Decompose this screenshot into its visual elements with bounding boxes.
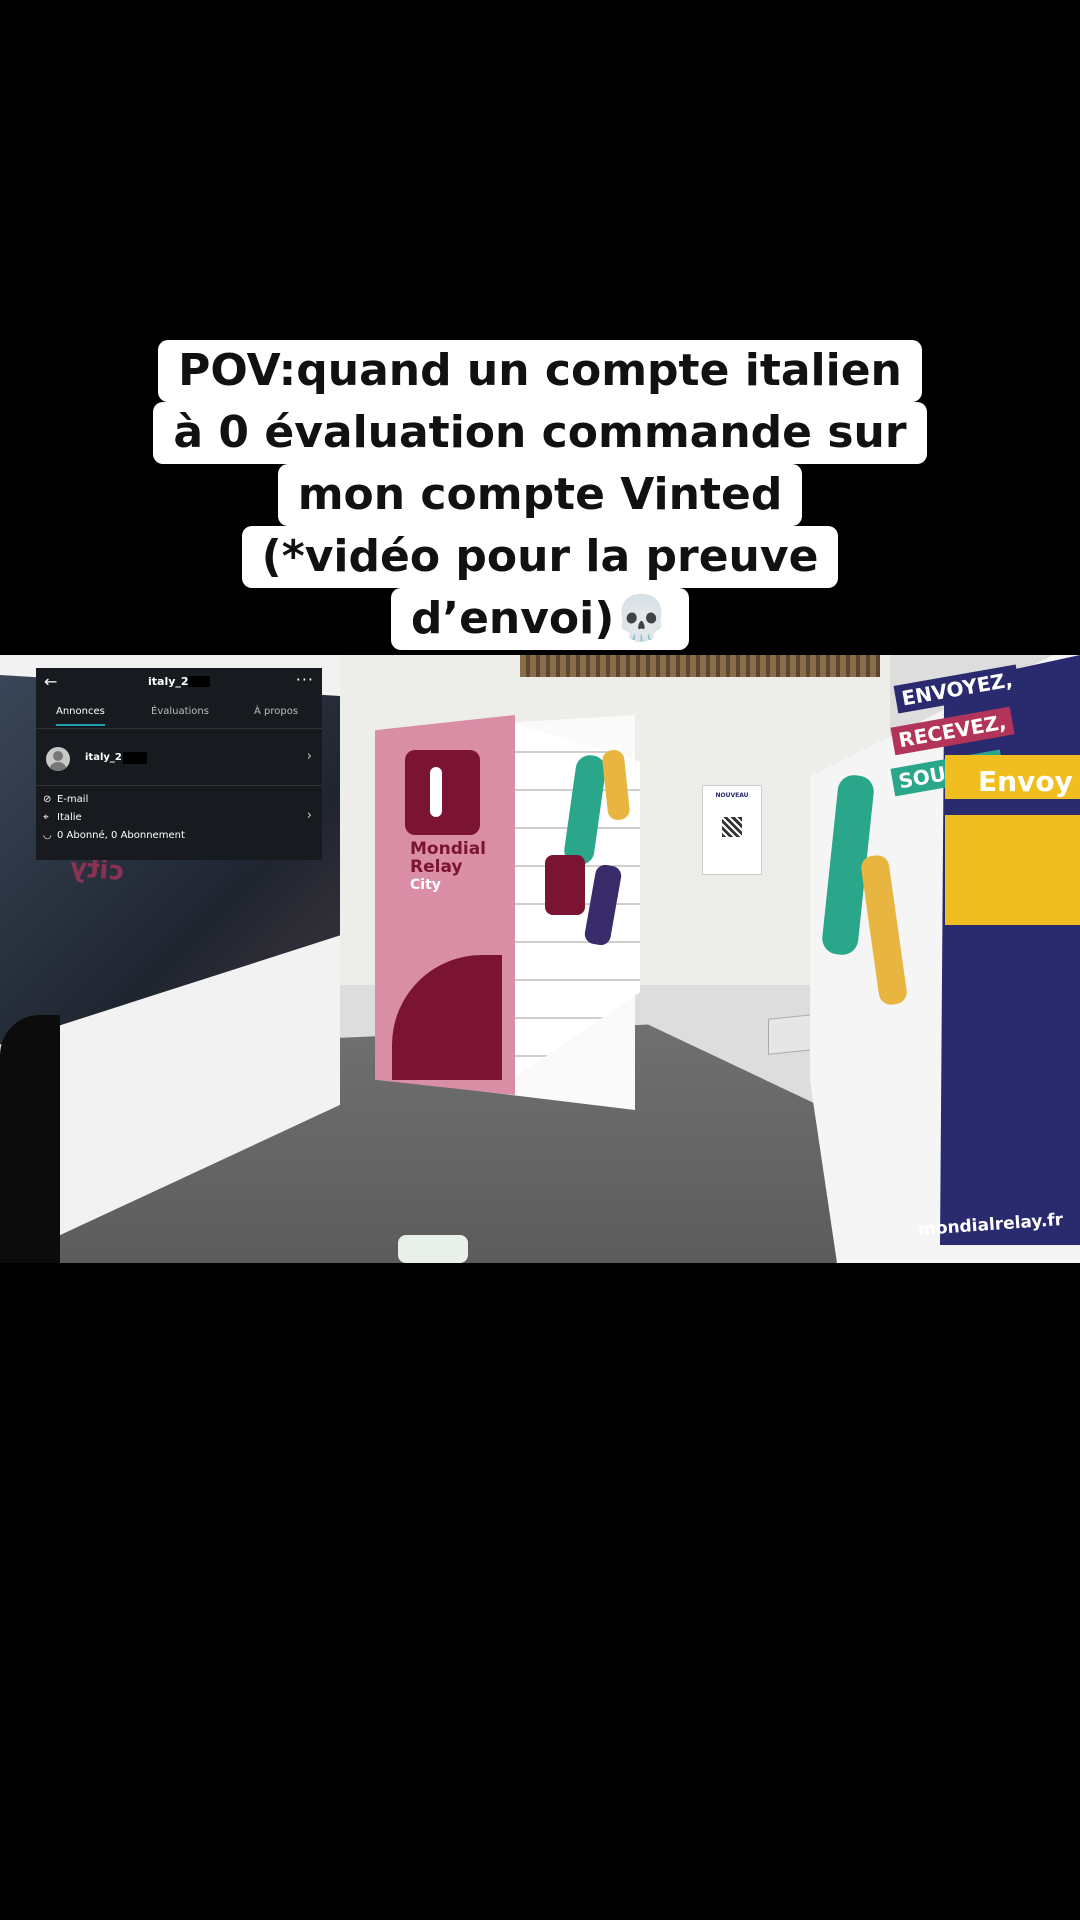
- tab-annonces[interactable]: Annonces: [56, 706, 105, 726]
- rss-icon: ◡: [43, 830, 52, 841]
- followers-label: 0 Abonné, 0 Abonnement: [57, 830, 185, 841]
- illustration-figure: [545, 855, 585, 915]
- location-pin-icon: ⌖: [43, 812, 49, 823]
- qr-code-icon: [722, 817, 742, 837]
- mondial-relay-logo-mark: [430, 767, 442, 817]
- person-silhouette: [0, 1015, 60, 1263]
- email-label: E-mail: [57, 794, 89, 805]
- brand-name: Mondial Relay: [410, 839, 486, 877]
- chevron-right-icon: ›: [306, 749, 312, 764]
- instructions-panel: [945, 815, 1080, 925]
- profile-title: italy_2: [148, 675, 189, 688]
- parcel-bag: [398, 1235, 468, 1263]
- profile-tabs: Annonces Évaluations À propos: [36, 698, 322, 729]
- chevron-right-icon[interactable]: ›: [307, 808, 312, 823]
- more-options-icon[interactable]: ···: [296, 670, 314, 689]
- video-caption: POV:quand un compte italien à 0 évaluati…: [0, 340, 1080, 650]
- mondial-relay-brand: Mondial Relay City: [410, 840, 510, 894]
- tab-evaluations[interactable]: Évaluations: [151, 706, 209, 717]
- caption-line: d’envoi)💀: [390, 588, 690, 650]
- caption-line: mon compte Vinted: [277, 464, 803, 526]
- profile-header: ← italy_2 ···: [36, 668, 322, 698]
- redaction-bar: [123, 752, 147, 764]
- profile-row[interactable]: italy_2 ›: [36, 729, 322, 786]
- wood-ceiling: [520, 655, 880, 677]
- location-label: Italie: [57, 812, 82, 823]
- check-circle-icon: ⊘: [43, 794, 52, 805]
- caption-line: à 0 évaluation commande sur: [153, 402, 927, 464]
- back-arrow-icon[interactable]: ←: [44, 672, 57, 691]
- avatar: [46, 747, 70, 771]
- profile-username: italy_2: [85, 752, 122, 763]
- redaction-bar: [188, 676, 210, 687]
- envoy-label: Envoy: [978, 765, 1073, 798]
- caption-line: (*vidéo pour la preuve: [241, 526, 839, 588]
- vinted-profile-overlay: ← italy_2 ··· Annonces Évaluations À pro…: [36, 668, 322, 860]
- caption-line: POV:quand un compte italien: [158, 340, 922, 402]
- brand-sub: City: [410, 877, 441, 893]
- mondial-relay-logo: [405, 750, 480, 835]
- poster-label: NOUVEAU: [715, 792, 749, 799]
- tab-a-propos[interactable]: À propos: [254, 706, 298, 717]
